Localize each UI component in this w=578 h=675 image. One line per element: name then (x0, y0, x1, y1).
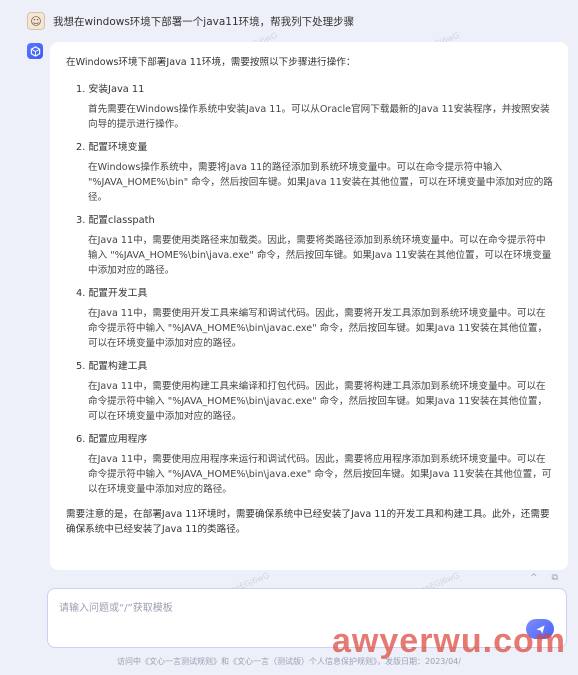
step-4: 4. 配置开发工具 在Java 11中，需要使用开发工具来编写和调试代码。因此，… (76, 286, 554, 351)
step-title: 3. 配置classpath (76, 215, 155, 226)
step-title: 5. 配置构建工具 (76, 361, 148, 372)
send-button[interactable] (526, 619, 554, 639)
chat-input-placeholder[interactable]: 请输入问题或“/”获取模板 (59, 599, 173, 614)
step-title: 1. 安装Java 11 (76, 84, 145, 95)
user-message: ☺ 我想在windows环境下部署一个java11环境，帮我列下处理步骤 (27, 10, 568, 32)
answer-intro: 在Windows环境下部署Java 11环境，需要按照以下步骤进行操作： (66, 57, 356, 68)
step-title: 4. 配置开发工具 (76, 288, 148, 299)
step-3: 3. 配置classpath 在Java 11中，需要使用类路径来加载类。因此，… (76, 213, 554, 278)
step-1: 1. 安装Java 11 首先需要在Windows操作系统中安装Java 11。… (76, 82, 554, 132)
step-2: 2. 配置环境变量 在Windows操作系统中，需要将Java 11的路径添加到… (76, 140, 554, 205)
step-body: 在Java 11中，需要使用构建工具来编译和打包代码。因此，需要将构建工具添加到… (88, 381, 548, 422)
cube-icon (27, 43, 43, 59)
step-body: 在Java 11中，需要使用应用程序来运行和调试代码。因此，需要将应用程序添加到… (88, 454, 552, 495)
card-actions: ^ ⧉ (530, 573, 558, 583)
user-avatar-icon: ☺ (27, 12, 45, 30)
chat-input-box[interactable]: 请输入问题或“/”获取模板 (47, 588, 567, 648)
step-body: 首先需要在Windows操作系统中安装Java 11。可以从Oracle官网下载… (88, 104, 550, 130)
collapse-icon[interactable]: ^ (530, 573, 538, 583)
copy-icon[interactable]: ⧉ (552, 573, 558, 583)
chat-page: seEGj6wG seEGj6wG seEGj6wG seEGj6wG seEG… (0, 0, 578, 675)
step-title: 6. 配置应用程序 (76, 434, 148, 445)
footer-text: 访问中《文心一言测试规则》和《文心一言（测试版）个人信息保护规则》，发版日期：2… (117, 657, 461, 666)
send-icon (535, 624, 545, 634)
step-body: 在Java 11中，需要使用开发工具来编写和调试代码。因此，需要将开发工具添加到… (88, 308, 548, 349)
step-5: 5. 配置构建工具 在Java 11中，需要使用构建工具来编译和打包代码。因此，… (76, 359, 554, 424)
step-body: 在Windows操作系统中，需要将Java 11的路径添加到系统环境变量中。可以… (88, 162, 553, 203)
step-body: 在Java 11中，需要使用类路径来加载类。因此，需要将类路径添加到系统环境变量… (88, 235, 552, 276)
step-6: 6. 配置应用程序 在Java 11中，需要使用应用程序来运行和调试代码。因此，… (76, 432, 554, 497)
step-title: 2. 配置环境变量 (76, 142, 148, 153)
user-question-text: 我想在windows环境下部署一个java11环境，帮我列下处理步骤 (53, 15, 355, 28)
answer-outro: 需要注意的是，在部署Java 11环境时，需要确保系统中已经安装了Java 11… (66, 509, 550, 535)
bot-answer-card: 在Windows环境下部署Java 11环境，需要按照以下步骤进行操作： 1. … (50, 42, 568, 570)
